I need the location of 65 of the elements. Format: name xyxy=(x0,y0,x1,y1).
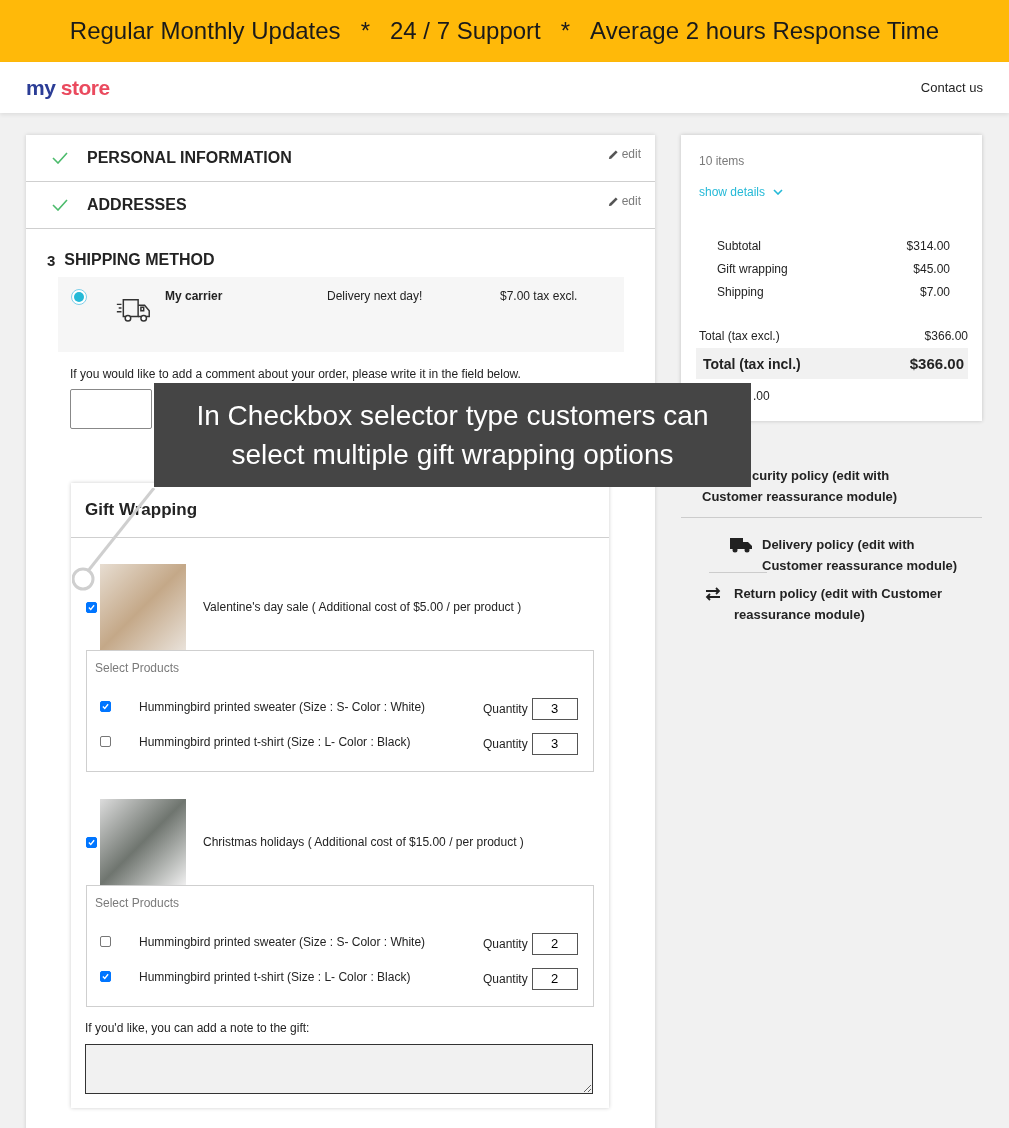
option-label: Christmas holidays ( Additional cost of $15.00 / per product ) xyxy=(203,835,524,849)
product-name: Hummingbird printed sweater (Size : S- Color : White) xyxy=(139,934,427,949)
checkbox[interactable] xyxy=(100,701,111,712)
total-value: $366.00 xyxy=(909,355,964,372)
checkbox[interactable] xyxy=(100,736,111,747)
quantity-field[interactable]: 2 xyxy=(531,932,578,955)
step-title: SHIPPING METHOD xyxy=(64,251,215,269)
pencil-icon xyxy=(607,195,619,207)
summary-value: $7.00 xyxy=(919,284,950,299)
summary-value: $366.00 xyxy=(924,328,968,343)
carrier-name: My carrier xyxy=(165,289,224,303)
quantity-label: Quantity xyxy=(483,937,528,951)
quantity-label: Quantity xyxy=(483,972,528,986)
carrier-option[interactable]: My carrier Delivery next day! $7.00 tax excl. xyxy=(58,277,624,352)
step-number: 3 xyxy=(47,251,56,269)
quantity-field[interactable]: 3 xyxy=(531,732,578,755)
edit-link[interactable]: edit xyxy=(607,194,641,208)
contact-link[interactable]: Contact us xyxy=(920,80,983,95)
quantity-label: Quantity xyxy=(483,702,528,716)
product-name: Hummingbird printed t-shirt (Size : L- Color : Black) xyxy=(139,734,412,749)
policy-text: Delivery policy (edit with Customer reassurance module) xyxy=(762,536,958,575)
banner-text: * xyxy=(560,17,571,45)
checkbox[interactable] xyxy=(100,936,111,947)
summary-value: .00 xyxy=(753,389,770,403)
quantity-label: Quantity xyxy=(483,737,528,751)
step-title: PERSONAL INFORMATION xyxy=(87,149,292,167)
pencil-icon xyxy=(607,148,619,160)
product-name: Hummingbird printed t-shirt (Size : L- Color : Black) xyxy=(139,969,412,984)
comment-field[interactable] xyxy=(70,389,152,429)
store-logo[interactable]: my store xyxy=(26,75,110,100)
summary-value: $45.00 xyxy=(913,261,950,276)
edit-link[interactable]: edit xyxy=(607,147,641,161)
checkbox[interactable] xyxy=(100,971,111,982)
note-label: If you'd like, you can add a note to the gift: xyxy=(85,1021,311,1035)
summary-label: Subtotal xyxy=(717,238,762,253)
banner-text: * xyxy=(360,17,370,45)
banner-text: Regular Monthly Updates xyxy=(69,17,341,45)
check-icon xyxy=(52,152,68,164)
summary-label: Gift wrapping xyxy=(717,261,788,276)
truck-icon xyxy=(730,537,752,553)
summary-label: Shipping xyxy=(717,284,764,299)
check-icon xyxy=(52,199,68,211)
quantity-field[interactable]: 3 xyxy=(531,697,578,720)
items-count: 10 items xyxy=(699,154,746,168)
radio-button[interactable] xyxy=(71,289,87,305)
step-title: ADDRESSES xyxy=(87,196,187,214)
banner-text: 24 / 7 Support xyxy=(389,17,541,45)
panel-title: Gift Wrapping xyxy=(85,500,198,520)
chevron-down-icon xyxy=(773,189,784,195)
gift-note-field[interactable] xyxy=(85,1044,593,1094)
quantity-field[interactable]: 2 xyxy=(531,967,578,990)
delivery-time: Delivery next day! xyxy=(327,289,424,303)
panel-title: Select Products xyxy=(95,896,181,910)
panel-title: Select Products xyxy=(95,661,181,675)
checkbox[interactable] xyxy=(86,836,97,848)
summary-label: Total (tax excl.) xyxy=(699,328,780,343)
summary-value: $314.00 xyxy=(906,238,950,253)
product-name: Hummingbird printed sweater (Size : S- Color : White) xyxy=(139,699,427,714)
checkbox[interactable] xyxy=(86,601,97,613)
option-label: Valentine's day sale ( Additional cost of $5.00 / per product ) xyxy=(203,600,522,614)
comment-label: If you would like to add a comment about your order, please write it in the field below. xyxy=(70,367,522,381)
total-label: Total (tax incl.) xyxy=(703,355,801,372)
shipping-price: $7.00 tax excl. xyxy=(500,289,578,303)
policy-text: Return policy (edit with Customer reassurance module) xyxy=(734,585,942,624)
banner-text: Average 2 hours Response Time xyxy=(590,17,940,45)
